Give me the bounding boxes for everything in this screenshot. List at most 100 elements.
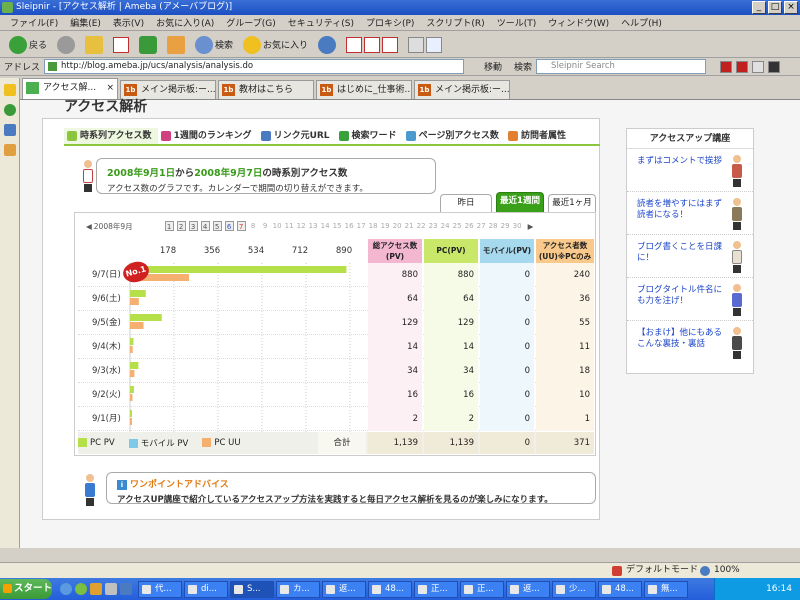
taskbar-item[interactable]: di... — [184, 580, 228, 598]
calendar-day[interactable]: 1 — [164, 221, 174, 231]
calendar-day[interactable]: 3 — [188, 221, 198, 231]
taskbar-item[interactable]: 返... — [506, 580, 550, 598]
calendar-day[interactable]: 6 — [224, 221, 234, 231]
ie-icon[interactable] — [60, 583, 72, 595]
taskbar-item[interactable]: 無... — [644, 580, 688, 598]
course-item-4[interactable]: ブログタイトル件名にも力を注げ！ — [627, 278, 753, 321]
favorites-button[interactable]: お気に入り — [240, 34, 311, 56]
nav-referrer[interactable]: リンク元URL — [258, 128, 336, 144]
cell-uu: 10 — [536, 383, 594, 407]
history-icon — [318, 35, 337, 54]
mail-icon[interactable] — [120, 583, 132, 595]
taskbar-item[interactable]: 返... — [322, 580, 366, 598]
zoom-icon — [700, 566, 710, 576]
desktop-icon[interactable] — [105, 583, 117, 595]
bookmark-icon[interactable] — [768, 60, 781, 73]
nav-timeline[interactable]: 時系列アクセス数 — [64, 128, 158, 144]
close-button[interactable]: × — [784, 1, 798, 14]
next-month-icon[interactable]: ▶ — [528, 222, 534, 231]
home-button[interactable] — [164, 34, 188, 56]
print-button[interactable] — [405, 34, 445, 56]
course-item-5[interactable]: 【おまけ】他にもあるこんな裏技・裏話 — [627, 321, 753, 364]
menu-security[interactable]: セキュリティ(S) — [282, 16, 360, 29]
minimize-button[interactable]: _ — [752, 1, 766, 14]
cell-pc: 129 — [424, 311, 478, 335]
menu-script[interactable]: スクリプト(R) — [420, 16, 490, 29]
site-icon: 1b — [124, 84, 137, 96]
reload-button[interactable] — [136, 34, 160, 56]
course-item-1[interactable]: まずはコメントで挨拶 — [627, 149, 753, 192]
calendar-day: 27 — [476, 222, 486, 230]
menu-group[interactable]: グループ(G) — [220, 16, 281, 29]
tab-main-board-2[interactable]: 1b メイン掲示板:ー... — [414, 80, 510, 99]
calendar-strip: ◀ 2008年9月 1 2 3 4 5 6 7 8 9 10 11 12 13 14 15 16 17 18 19 2… — [86, 220, 533, 232]
forward-button[interactable] — [54, 34, 78, 56]
search-engine-icon[interactable] — [720, 60, 733, 73]
row-date: 9/1(月) — [92, 414, 121, 424]
period-month[interactable]: 最近1ヶ月 — [548, 194, 596, 212]
clip-panel-icon[interactable] — [3, 144, 16, 156]
taskbar-item[interactable]: 正... — [460, 580, 504, 598]
up-button[interactable] — [82, 34, 106, 56]
tab-materials[interactable]: 1b 教材はこちら — [218, 80, 314, 99]
taskbar-item[interactable]: S... — [230, 580, 274, 598]
start-button[interactable]: スタート — [0, 579, 52, 599]
zoom-level[interactable]: 100% — [714, 563, 740, 578]
calendar-day[interactable]: 7 — [236, 221, 246, 231]
maximize-button[interactable]: □ — [768, 1, 782, 14]
calendar-day[interactable]: 5 — [212, 221, 222, 231]
advice-title: ワンポイントアドバイス — [130, 480, 229, 490]
favorites-panel-icon[interactable] — [3, 84, 16, 96]
site-icon: 1b — [418, 84, 431, 96]
go-button[interactable]: 移動 — [468, 60, 502, 73]
tree-panel-icon[interactable] — [3, 124, 16, 136]
menu-proxy[interactable]: プロキシ(P) — [360, 16, 420, 29]
cell-mobile: 0 — [480, 287, 534, 311]
calendar-day[interactable]: 4 — [200, 221, 210, 231]
search-button[interactable]: 検索 — [192, 34, 236, 56]
menu-help[interactable]: ヘルプ(H) — [615, 16, 668, 29]
period-yesterday[interactable]: 昨日 — [440, 194, 492, 212]
nav-page-access[interactable]: ページ別アクセス数 — [403, 128, 505, 144]
menu-tools[interactable]: ツール(T) — [491, 16, 543, 29]
site-icon: 1b — [222, 84, 235, 96]
nav-ranking[interactable]: 1週間のランキング — [158, 128, 258, 144]
calendar-day: 23 — [428, 222, 438, 230]
taskbar-item[interactable]: 代... — [138, 580, 182, 598]
taskbar-item[interactable]: カ... — [276, 580, 320, 598]
header-uu: アクセス者数(UU)※PCのみ — [536, 239, 594, 263]
calendar-day: 19 — [380, 222, 390, 230]
address-input[interactable]: http://blog.ameba.jp/ucs/analysis/analys… — [44, 59, 465, 74]
history-panel-icon[interactable] — [3, 104, 16, 116]
menu-window[interactable]: ウィンドウ(W) — [542, 16, 615, 29]
header-pc: PC(PV) — [424, 239, 478, 263]
prev-month-icon[interactable]: ◀ — [86, 222, 92, 231]
calendar-day[interactable]: 2 — [176, 221, 186, 231]
menu-edit[interactable]: 編集(E) — [64, 16, 107, 29]
menu-file[interactable]: ファイル(F) — [4, 16, 64, 29]
menu-view[interactable]: 表示(V) — [107, 16, 150, 29]
history-button[interactable] — [315, 34, 339, 56]
taskbar-item[interactable]: 少... — [552, 580, 596, 598]
course-item-2[interactable]: 読者を増やすにはまず読者になる！ — [627, 192, 753, 235]
nav-search-words[interactable]: 検索ワード — [336, 128, 403, 144]
taskbar: スタート 代... di... S... カ... 返... 48... 正... 正... 返… — [0, 578, 800, 600]
menu-favorites[interactable]: お気に入り(A) — [150, 16, 220, 29]
google-icon[interactable] — [752, 60, 765, 73]
app-icon[interactable] — [75, 583, 87, 595]
stop-button[interactable] — [110, 34, 132, 56]
taskbar-item[interactable]: 正... — [414, 580, 458, 598]
tab-intro[interactable]: 1b はじめに_仕事術... — [316, 80, 412, 99]
course-item-3[interactable]: ブログ書くことを日課に！ — [627, 235, 753, 278]
taskbar-item[interactable]: 48... — [598, 580, 642, 598]
taskbar-item[interactable]: 48... — [368, 580, 412, 598]
yahoo-icon[interactable] — [736, 60, 749, 73]
search-input[interactable]: Sleipnir Search — [536, 59, 707, 74]
folder-icon[interactable] — [90, 583, 102, 595]
close-tab-icon[interactable]: × — [106, 79, 114, 97]
window-tile-button[interactable] — [343, 34, 401, 56]
nav-visitor[interactable]: 訪問者属性 — [505, 128, 572, 144]
period-week[interactable]: 最近1週間 — [496, 192, 544, 212]
mode-label[interactable]: デフォルトモード — [626, 563, 698, 578]
back-button[interactable]: 戻る — [6, 34, 50, 56]
